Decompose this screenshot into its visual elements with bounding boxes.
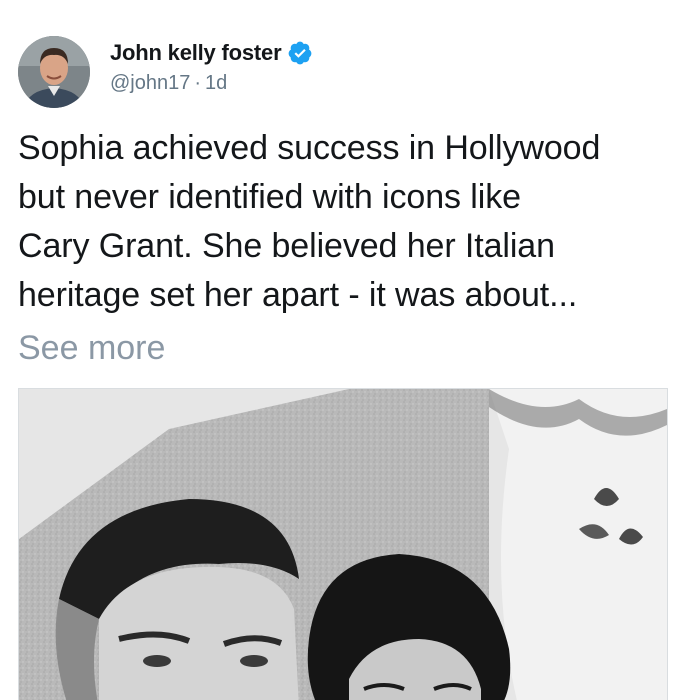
author-meta: John kelly foster @john17 · 1d [110,36,313,95]
post-time[interactable]: 1d [205,72,227,94]
see-more-link[interactable]: See more [18,324,165,373]
tweet-text: Sophia achieved success in Hollywood but… [18,124,698,320]
author-avatar[interactable] [18,36,90,108]
black-and-white-photo-icon [19,389,667,700]
verified-badge-icon [287,40,313,66]
tweet-text-line: Sophia achieved success in Hollywood [18,129,601,167]
tweet-card: John kelly foster @john17 · 1d Sophia achi… [0,0,700,700]
author-subline: @john17 · 1d [110,72,313,95]
avatar-photo-icon [18,36,90,108]
tweet-text-line: but never identified with icons like [18,178,521,216]
tweet-header: John kelly foster @john17 · 1d [18,36,313,108]
tweet-photo[interactable] [18,388,668,700]
tweet-text-line: heritage set her apart - it was about... [18,276,578,314]
meta-separator: · [194,72,202,94]
author-name[interactable]: John kelly foster [110,40,282,66]
author-name-row: John kelly foster [110,36,313,70]
tweet-text-line: Cary Grant. She believed her Italian [18,227,555,265]
author-handle[interactable]: @john17 [110,72,190,94]
